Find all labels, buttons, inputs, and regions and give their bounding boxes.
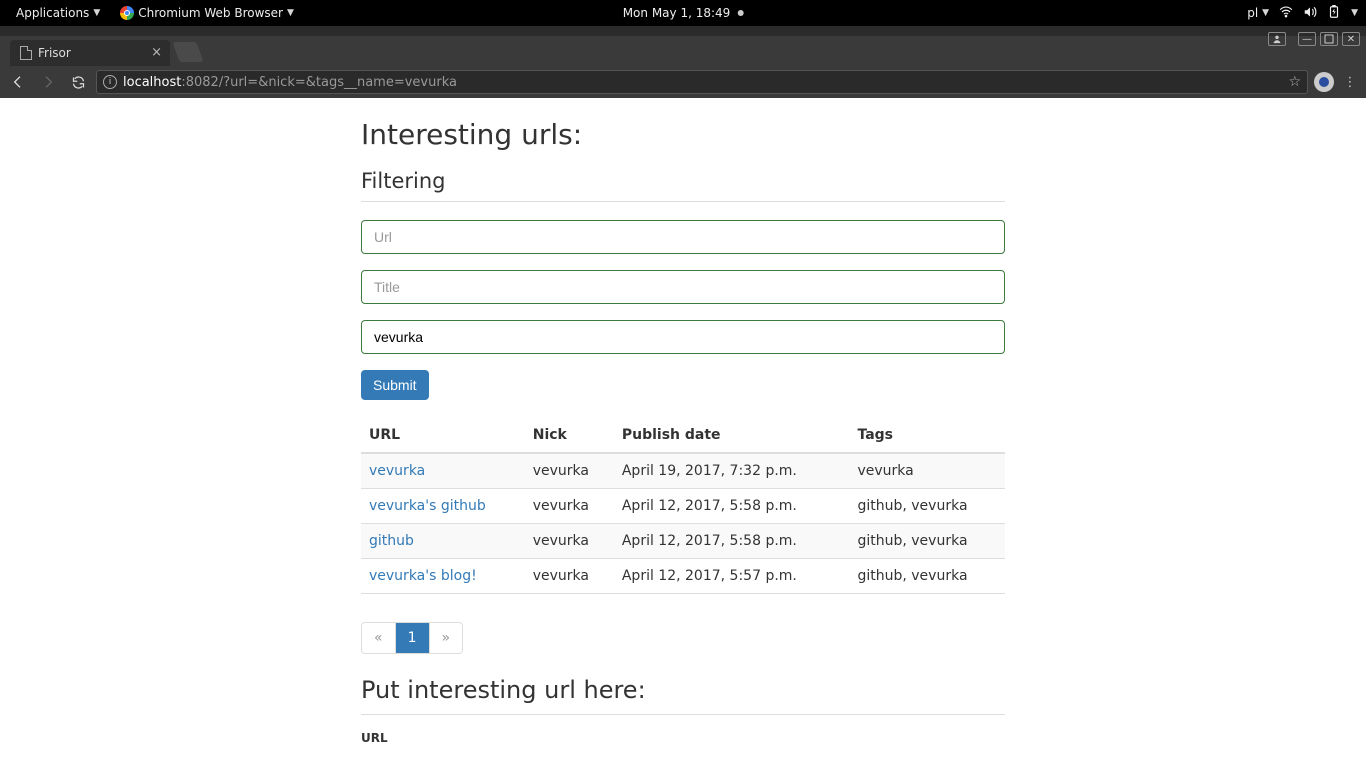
page-title: Interesting urls: [361, 118, 1005, 151]
col-url: URL [361, 418, 525, 453]
system-menu-chevron-icon[interactable]: ▼ [1351, 8, 1358, 18]
chevron-down-icon: ▼ [93, 8, 100, 18]
browser-window-menu[interactable]: Chromium Web Browser ▼ [112, 6, 302, 20]
results-table: URL Nick Publish date Tags vevurka vevur… [361, 418, 1005, 594]
col-tags: Tags [849, 418, 1005, 453]
maximize-button[interactable] [1320, 32, 1338, 46]
notification-dot-icon [737, 10, 743, 16]
desktop-topbar: Applications ▼ Chromium Web Browser ▼ Mo… [0, 0, 1366, 26]
browser-tab[interactable]: Frisor × [10, 40, 170, 66]
reload-button[interactable] [66, 70, 90, 94]
close-tab-icon[interactable]: × [151, 45, 162, 60]
title-filter-input[interactable] [361, 270, 1005, 304]
pagination-page-1[interactable]: 1 [396, 623, 430, 653]
row-tags: github, vevurka [849, 559, 1005, 594]
row-url-link[interactable]: vevurka's github [369, 498, 486, 514]
address-bar[interactable]: i localhost:8082/?url=&nick=&tags__name=… [96, 70, 1308, 94]
bookmark-star-icon[interactable]: ☆ [1288, 74, 1301, 90]
volume-icon[interactable] [1303, 5, 1317, 22]
url-filter-input[interactable] [361, 220, 1005, 254]
minimize-button[interactable]: — [1298, 32, 1316, 46]
url-path: :8082/?url=&nick=&tags__name=vevurka [181, 75, 457, 90]
applications-label: Applications [16, 6, 89, 20]
tab-title: Frisor [38, 46, 71, 60]
back-button[interactable] [6, 70, 30, 94]
browser-menu-icon[interactable]: ⋮ [1340, 72, 1360, 92]
row-tags: vevurka [849, 453, 1005, 489]
browser-menu-label: Chromium Web Browser [138, 6, 283, 20]
filtering-heading: Filtering [361, 169, 1005, 202]
table-row: github vevurka April 12, 2017, 5:58 p.m.… [361, 524, 1005, 559]
clock-text: Mon May 1, 18:49 [623, 6, 731, 20]
chromium-icon [120, 6, 134, 20]
page-content: Interesting urls: Filtering Submit URL N… [361, 118, 1005, 745]
row-nick: vevurka [525, 524, 614, 559]
url-field-label: URL [361, 731, 1005, 745]
pagination: « 1 » [361, 622, 463, 654]
row-nick: vevurka [525, 489, 614, 524]
row-date: April 12, 2017, 5:57 p.m. [614, 559, 850, 594]
pagination-next[interactable]: » [430, 623, 463, 653]
submit-button[interactable]: Submit [361, 370, 429, 400]
chevron-down-icon: ▼ [287, 8, 294, 18]
window-frame: — ✕ [0, 26, 1366, 36]
page-icon [20, 46, 32, 60]
browser-toolbar: i localhost:8082/?url=&nick=&tags__name=… [0, 66, 1366, 98]
pagination-prev[interactable]: « [362, 623, 396, 653]
row-url-link[interactable]: vevurka's blog! [369, 568, 477, 584]
keyboard-layout-label: pl [1247, 6, 1258, 20]
row-url-link[interactable]: vevurka [369, 463, 425, 479]
table-row: vevurka's github vevurka April 12, 2017,… [361, 489, 1005, 524]
close-window-button[interactable]: ✕ [1342, 32, 1360, 46]
extension-icon[interactable] [1314, 72, 1334, 92]
new-tab-button[interactable] [172, 42, 203, 62]
row-nick: vevurka [525, 559, 614, 594]
applications-menu[interactable]: Applications ▼ [8, 6, 108, 20]
row-date: April 12, 2017, 5:58 p.m. [614, 524, 850, 559]
battery-icon[interactable] [1327, 5, 1341, 22]
clock-menu[interactable]: Mon May 1, 18:49 [615, 6, 752, 20]
page-viewport[interactable]: Interesting urls: Filtering Submit URL N… [0, 98, 1366, 768]
col-nick: Nick [525, 418, 614, 453]
wifi-icon[interactable] [1279, 5, 1293, 22]
row-url-link[interactable]: github [369, 533, 414, 549]
row-tags: github, vevurka [849, 524, 1005, 559]
put-url-heading: Put interesting url here: [361, 676, 1005, 715]
url-host: localhost [123, 75, 181, 90]
site-info-icon[interactable]: i [103, 75, 117, 89]
tag-filter-input[interactable] [361, 320, 1005, 354]
tab-strip: Frisor × [0, 36, 1366, 66]
row-tags: github, vevurka [849, 489, 1005, 524]
forward-button [36, 70, 60, 94]
table-row: vevurka's blog! vevurka April 12, 2017, … [361, 559, 1005, 594]
row-date: April 12, 2017, 5:58 p.m. [614, 489, 850, 524]
profile-button[interactable] [1268, 32, 1286, 46]
table-row: vevurka vevurka April 19, 2017, 7:32 p.m… [361, 453, 1005, 489]
keyboard-layout-menu[interactable]: pl ▼ [1247, 6, 1269, 20]
chevron-down-icon: ▼ [1262, 8, 1269, 18]
row-nick: vevurka [525, 453, 614, 489]
col-date: Publish date [614, 418, 850, 453]
row-date: April 19, 2017, 7:32 p.m. [614, 453, 850, 489]
